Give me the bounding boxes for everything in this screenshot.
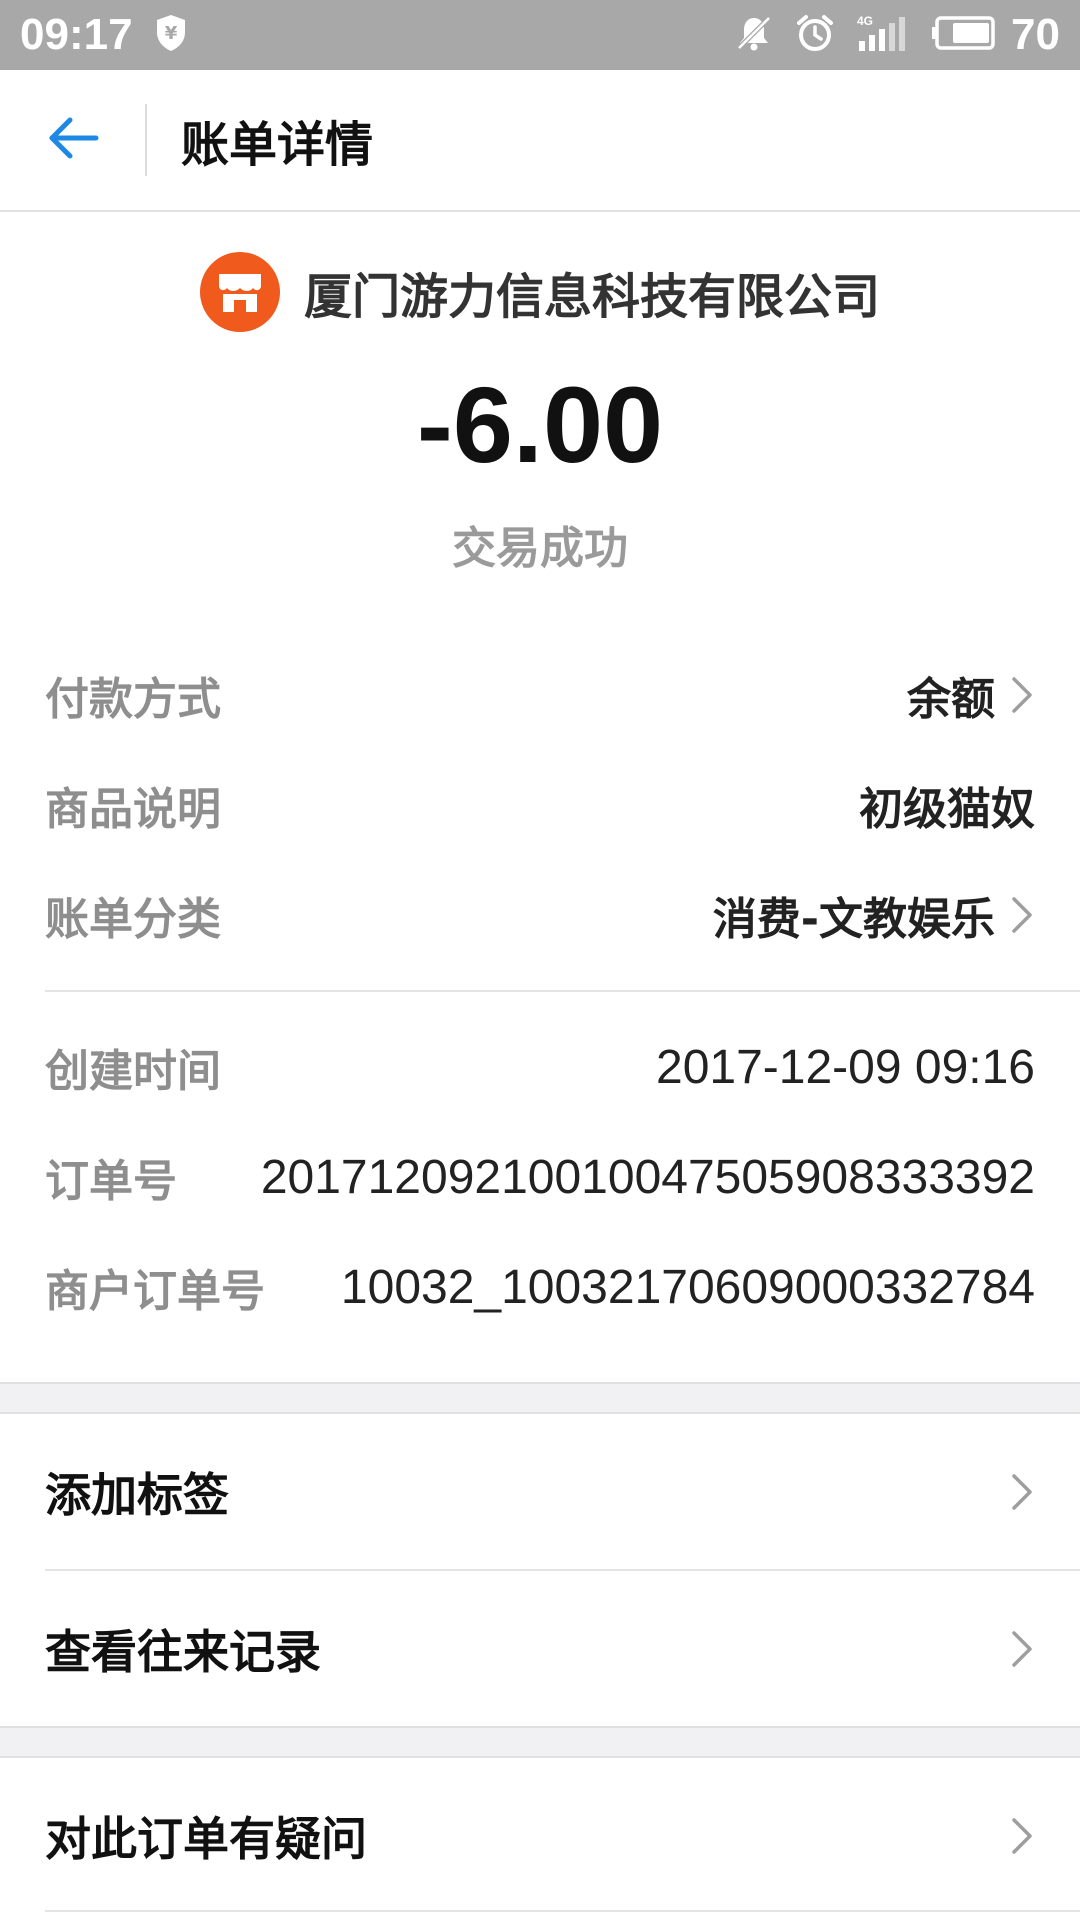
shield-yuan-icon: ¥: [155, 14, 187, 56]
detail-value: 10032_10032170609000332784: [340, 1260, 1035, 1314]
detail-value: 初级猫奴: [859, 784, 1035, 835]
chevron-right-icon: [1012, 897, 1032, 933]
bill-details: 付款方式 余额 商品说明 初级猫奴 账单分类 消费-文教娱乐 创建时间 2017…: [0, 640, 1080, 1342]
status-time: 09:17: [20, 10, 133, 59]
network-type-label: 4G: [857, 14, 873, 28]
chevron-right-icon: [1012, 1630, 1032, 1667]
detail-row-merchant-order-number: 商户订单号 10032_10032170609000332784: [0, 1232, 1080, 1342]
detail-value: 2017-12-09 09:16: [656, 1040, 1035, 1094]
bill-summary: 厦门游力信息科技有限公司 -6.00 交易成功: [0, 212, 1080, 612]
nav-divider: [145, 104, 147, 176]
detail-label: 商户订单号: [45, 1266, 265, 1317]
detail-row-product: 商品说明 初级猫奴: [0, 750, 1080, 860]
order-question-button[interactable]: 对此订单有疑问: [0, 1758, 1080, 1913]
chevron-right-icon: [1012, 677, 1032, 713]
detail-label: 付款方式: [45, 674, 221, 725]
detail-label: 账单分类: [45, 894, 221, 945]
alarm-icon: [795, 13, 835, 57]
trade-status: 交易成功: [452, 523, 628, 574]
arrow-left-icon: [46, 116, 100, 164]
detail-row-payment[interactable]: 付款方式 余额: [0, 640, 1080, 750]
page-title: 账单详情: [181, 117, 374, 173]
battery-icon: [931, 16, 997, 54]
action-label: 查看往来记录: [45, 1624, 321, 1679]
divider: [45, 990, 1080, 992]
action-label: 添加标签: [45, 1467, 229, 1522]
detail-label: 商品说明: [45, 784, 221, 835]
svg-text:¥: ¥: [164, 23, 177, 44]
detail-row-category[interactable]: 账单分类 消费-文教娱乐: [0, 860, 1080, 970]
add-tag-button[interactable]: 添加标签: [0, 1414, 1080, 1569]
detail-row-order-number: 订单号 20171209210010047505908333392: [0, 1122, 1080, 1232]
merchant-name: 厦门游力信息科技有限公司: [303, 269, 880, 325]
merchant-row: 厦门游力信息科技有限公司: [0, 252, 1080, 332]
store-icon: [199, 252, 280, 332]
section-gap: [0, 1382, 1080, 1414]
chevron-right-icon: [1012, 1473, 1032, 1510]
amount: -6.00: [416, 364, 664, 485]
divider: [45, 1910, 1080, 1912]
signal-icon: 4G: [857, 13, 909, 57]
view-history-button[interactable]: 查看往来记录: [0, 1571, 1080, 1726]
detail-value: 余额: [907, 674, 995, 725]
nav-bar: 账单详情: [0, 70, 1080, 212]
detail-row-created-time: 创建时间 2017-12-09 09:16: [0, 1012, 1080, 1122]
section-gap: [0, 1726, 1080, 1758]
action-label: 对此订单有疑问: [45, 1811, 367, 1866]
detail-value: 20171209210010047505908333392: [260, 1150, 1035, 1204]
detail-value: 消费-文教娱乐: [712, 894, 995, 945]
back-button[interactable]: [0, 70, 145, 210]
detail-label: 创建时间: [45, 1046, 221, 1097]
bell-muted-icon: [735, 14, 773, 56]
detail-label: 订单号: [45, 1156, 177, 1207]
status-bar: 09:17 ¥ 4G 70: [0, 0, 1080, 70]
battery-level: 70: [1011, 10, 1060, 59]
chevron-right-icon: [1012, 1817, 1032, 1854]
